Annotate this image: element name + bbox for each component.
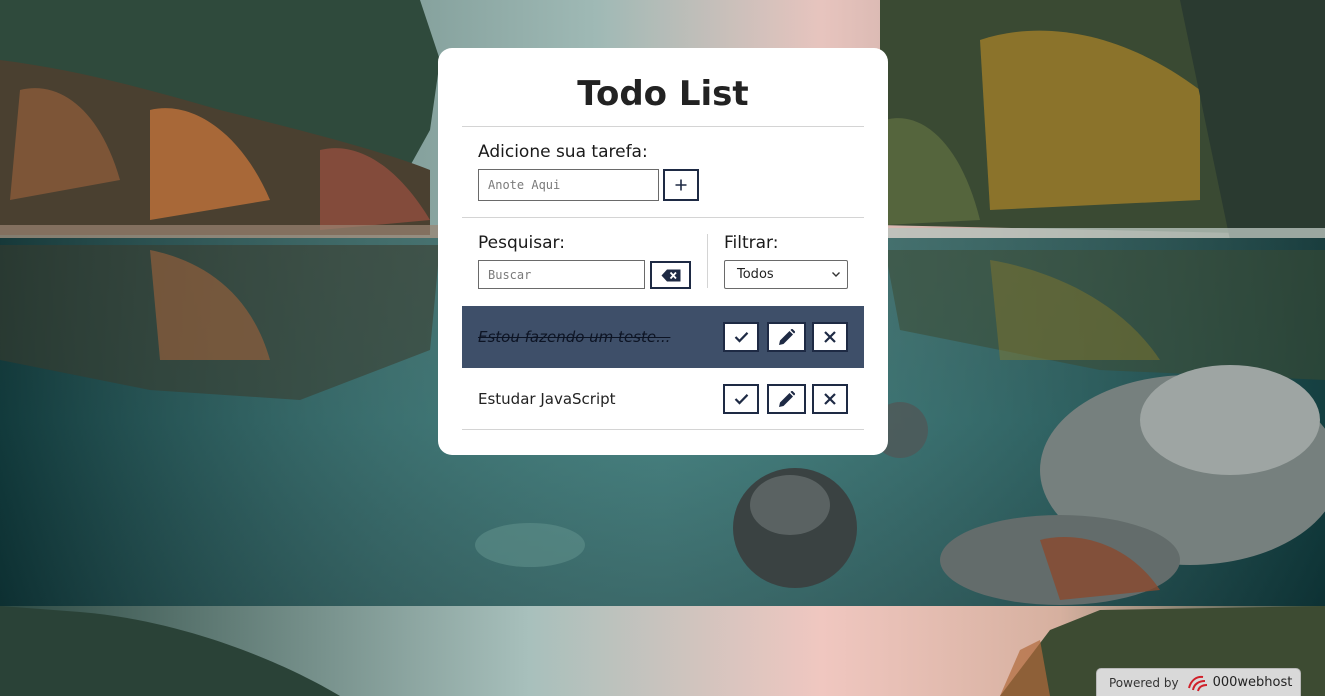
page-title: Todo List	[577, 74, 749, 114]
brand-name: 000webhost	[1212, 675, 1293, 690]
remove-todo-button[interactable]	[812, 384, 848, 414]
finish-todo-button[interactable]	[723, 322, 759, 352]
add-task-button[interactable]	[663, 169, 699, 201]
check-icon	[734, 394, 748, 405]
close-icon	[824, 331, 836, 343]
search-input[interactable]	[478, 260, 645, 289]
powered-by-label: Powered by	[1109, 675, 1179, 690]
clear-search-button[interactable]	[650, 261, 691, 289]
powered-by-badge[interactable]: Powered by 000webhost	[1096, 668, 1301, 696]
pencil-icon	[779, 390, 795, 407]
edit-todo-button[interactable]	[767, 322, 806, 352]
vertical-divider	[707, 234, 708, 288]
remove-todo-button[interactable]	[812, 322, 848, 352]
todo-text: Estudar JavaScript	[478, 390, 616, 408]
finish-todo-button[interactable]	[723, 384, 759, 414]
add-task-input[interactable]	[478, 169, 659, 201]
search-label: Pesquisar:	[478, 233, 565, 253]
divider	[462, 217, 864, 218]
chevron-down-icon	[831, 261, 841, 298]
filter-select[interactable]: Todos	[724, 260, 848, 289]
divider	[462, 126, 864, 127]
add-task-label: Adicione sua tarefa:	[478, 142, 648, 162]
close-icon	[824, 393, 836, 405]
backspace-icon	[661, 269, 680, 281]
plus-icon	[675, 179, 687, 191]
todo-item: Estou fazendo um teste...	[462, 306, 864, 368]
filter-label: Filtrar:	[724, 233, 779, 253]
todo-item: Estudar JavaScript	[462, 368, 864, 430]
todo-text: Estou fazendo um teste...	[478, 328, 671, 346]
webhost-logo-icon	[1187, 674, 1209, 692]
filter-selected-value: Todos	[737, 267, 774, 282]
pencil-icon	[779, 328, 795, 345]
check-icon	[734, 332, 748, 343]
todo-card: Todo List Adicione sua tarefa: Pesquisar…	[438, 48, 888, 455]
edit-todo-button[interactable]	[767, 384, 806, 414]
